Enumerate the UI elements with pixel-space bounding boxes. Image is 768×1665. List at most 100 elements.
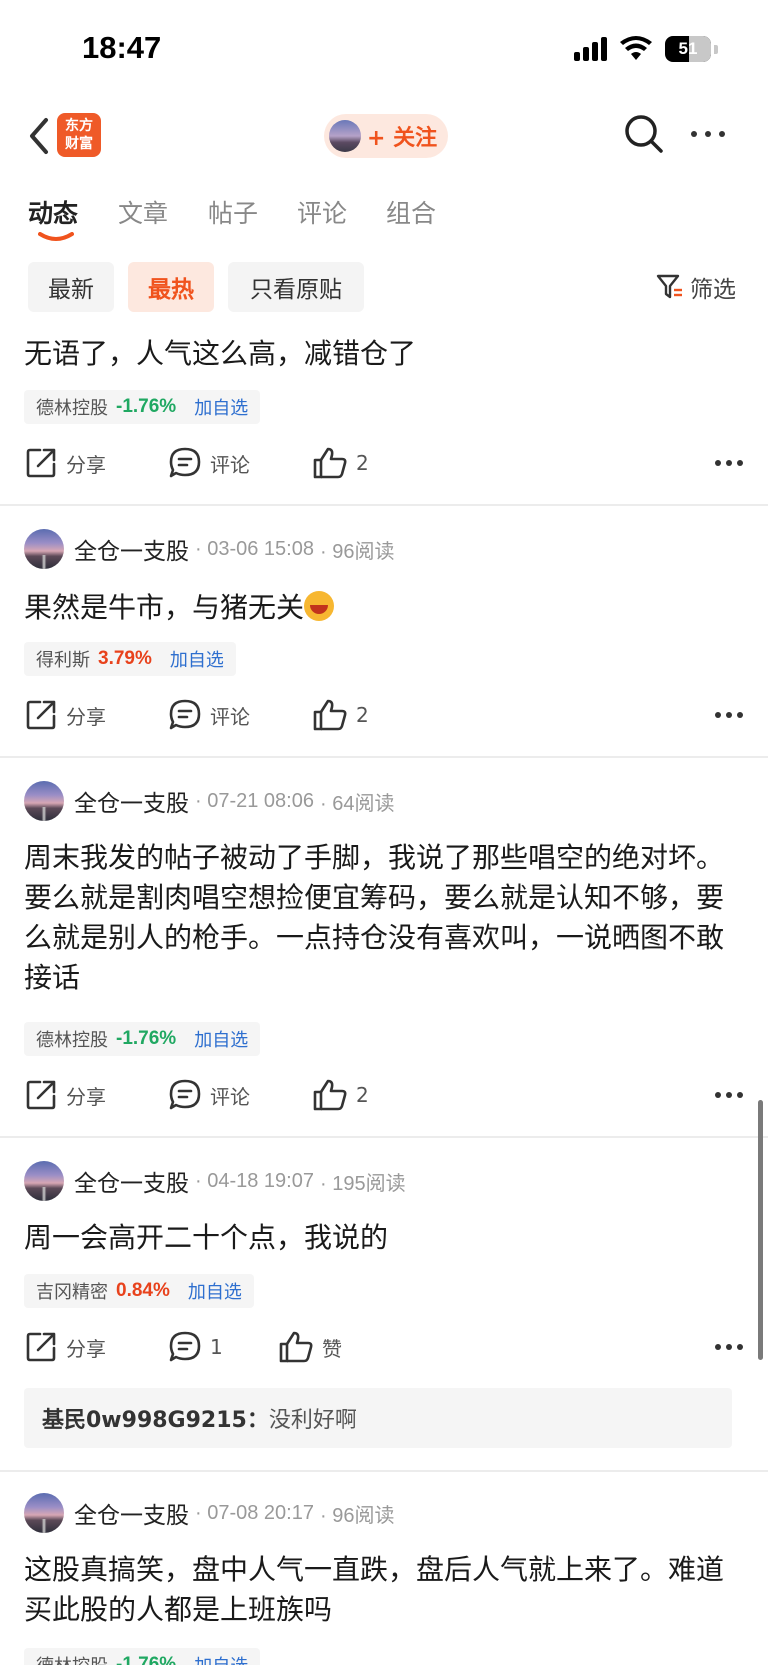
post-text[interactable]: 周一会高开二十个点，我说的 bbox=[24, 1218, 744, 1258]
filter-row: 最新 最热 只看原贴 筛选 bbox=[0, 262, 768, 314]
scrollbar[interactable] bbox=[758, 1100, 763, 1360]
follow-button[interactable]: + 关注 bbox=[324, 114, 448, 158]
more-options-icon[interactable] bbox=[688, 124, 728, 144]
share-label: 分享 bbox=[66, 452, 106, 477]
avatar[interactable] bbox=[24, 529, 64, 569]
tab-dynamics[interactable]: 动态 bbox=[28, 194, 78, 230]
avatar[interactable] bbox=[24, 781, 64, 821]
filter-original-only[interactable]: 只看原贴 bbox=[228, 262, 364, 312]
tab-posts[interactable]: 帖子 bbox=[208, 194, 258, 230]
post-text[interactable]: 这股真搞笑，盘中人气一直跌，盘后人气就上来了。难道买此股的人都是上班族吗 bbox=[24, 1550, 744, 1630]
filter-label: 筛选 bbox=[690, 277, 736, 303]
stock-tag[interactable]: 德林控股 -1.76% 加自选 bbox=[24, 390, 261, 424]
thumbs-up-icon bbox=[313, 447, 347, 479]
avatar[interactable] bbox=[24, 1493, 64, 1533]
author-name[interactable]: 全仓一支股 bbox=[74, 1164, 189, 1198]
follow-label: + 关注 bbox=[367, 126, 438, 151]
read-count: · 96阅读 bbox=[319, 540, 395, 563]
share-button[interactable]: 分享 bbox=[24, 1078, 106, 1112]
add-watchlist-link[interactable]: 加自选 bbox=[170, 646, 224, 672]
search-icon[interactable] bbox=[624, 114, 664, 154]
filter-button[interactable]: 筛选 bbox=[656, 270, 736, 304]
reply-username[interactable]: 基民0w998G9215： bbox=[42, 1402, 269, 1434]
share-label: 分享 bbox=[66, 1336, 106, 1361]
tab-articles[interactable]: 文章 bbox=[118, 194, 168, 230]
post-more-icon[interactable] bbox=[714, 1342, 744, 1352]
comment-count: 评论 bbox=[210, 452, 250, 477]
stock-name: 得利斯 bbox=[36, 650, 90, 671]
author-row[interactable]: 全仓一支股 · 07-21 08:06 · 64阅读 bbox=[24, 780, 394, 822]
comment-icon bbox=[169, 1331, 201, 1362]
filter-hottest[interactable]: 最热 bbox=[128, 262, 214, 312]
post-text-content: 果然是牛市，与猪无关 bbox=[24, 591, 305, 624]
stock-change: -1.76% bbox=[116, 1028, 177, 1049]
like-button[interactable]: 2 bbox=[312, 446, 369, 480]
stock-name: 德林控股 bbox=[36, 398, 108, 419]
tab-portfolio[interactable]: 组合 bbox=[386, 194, 436, 230]
stock-name: 德林控股 bbox=[36, 1652, 108, 1665]
author-row[interactable]: 全仓一支股 · 07-08 20:17 · 96阅读 bbox=[24, 1492, 394, 1534]
add-watchlist-link[interactable]: 加自选 bbox=[194, 1026, 248, 1052]
comment-icon bbox=[169, 447, 201, 478]
comment-button[interactable]: 评论 bbox=[168, 446, 250, 480]
post-more-icon[interactable] bbox=[714, 1090, 744, 1100]
post-actions: 分享 1 赞 bbox=[24, 1330, 744, 1370]
post-more-icon[interactable] bbox=[714, 458, 744, 468]
comment-button[interactable]: 评论 bbox=[168, 698, 250, 732]
follow-avatar bbox=[329, 120, 361, 152]
back-arrow-icon[interactable] bbox=[22, 114, 58, 158]
add-watchlist-link[interactable]: 加自选 bbox=[194, 394, 248, 420]
filter-latest[interactable]: 最新 bbox=[28, 262, 114, 312]
comment-count: 1 bbox=[210, 1335, 223, 1359]
laughing-emoji-icon bbox=[304, 591, 335, 621]
share-icon bbox=[26, 1080, 56, 1110]
share-button[interactable]: 分享 bbox=[24, 1330, 106, 1364]
post-divider bbox=[0, 1136, 768, 1138]
eastmoney-logo: 东方 财富 bbox=[57, 113, 101, 157]
like-count: 赞 bbox=[322, 1336, 342, 1361]
thumbs-up-icon bbox=[313, 1079, 347, 1111]
stock-tag[interactable]: 得利斯 3.79% 加自选 bbox=[24, 642, 236, 676]
author-name[interactable]: 全仓一支股 bbox=[74, 532, 189, 566]
share-icon bbox=[26, 1332, 56, 1362]
post-actions: 分享 评论 2 bbox=[24, 698, 744, 738]
stock-tag[interactable]: 德林控股 -1.76% 加自选 bbox=[24, 1648, 261, 1665]
share-icon bbox=[26, 700, 56, 730]
post-date: · 03-06 15:08 bbox=[195, 537, 314, 560]
like-button[interactable]: 2 bbox=[312, 1078, 369, 1112]
author-name[interactable]: 全仓一支股 bbox=[74, 784, 189, 818]
stock-tag[interactable]: 吉冈精密 0.84% 加自选 bbox=[24, 1274, 254, 1308]
like-count: 2 bbox=[356, 703, 369, 727]
post-divider bbox=[0, 756, 768, 758]
author-row[interactable]: 全仓一支股 · 03-06 15:08 · 96阅读 bbox=[24, 528, 394, 570]
comment-count: 评论 bbox=[210, 1084, 250, 1109]
comment-button[interactable]: 1 bbox=[168, 1330, 223, 1364]
author-name[interactable]: 全仓一支股 bbox=[74, 1496, 189, 1530]
author-row[interactable]: 全仓一支股 · 04-18 19:07 · 195阅读 bbox=[24, 1160, 406, 1202]
avatar[interactable] bbox=[24, 1161, 64, 1201]
comment-button[interactable]: 评论 bbox=[168, 1078, 250, 1112]
stock-change: 3.79% bbox=[98, 648, 152, 669]
share-button[interactable]: 分享 bbox=[24, 446, 106, 480]
add-watchlist-link[interactable]: 加自选 bbox=[194, 1652, 248, 1665]
logo-text-line1: 东方 bbox=[65, 118, 93, 134]
stock-change: -1.76% bbox=[116, 396, 177, 417]
stock-name: 德林控股 bbox=[36, 1030, 108, 1051]
post-text[interactable]: 果然是牛市，与猪无关 bbox=[24, 588, 744, 628]
stock-tag[interactable]: 德林控股 -1.76% 加自选 bbox=[24, 1022, 261, 1056]
post-text[interactable]: 无语了，人气这么高，减错仓了 bbox=[24, 334, 744, 374]
stock-change: 0.84% bbox=[116, 1280, 170, 1301]
like-button[interactable]: 赞 bbox=[278, 1330, 342, 1364]
add-watchlist-link[interactable]: 加自选 bbox=[188, 1278, 242, 1304]
share-button[interactable]: 分享 bbox=[24, 698, 106, 732]
tab-comments[interactable]: 评论 bbox=[297, 194, 347, 230]
like-count: 2 bbox=[356, 1083, 369, 1107]
reply-preview[interactable]: 基民0w998G9215： 没利好啊 bbox=[24, 1388, 732, 1448]
filter-funnel-icon bbox=[656, 274, 682, 299]
post-more-icon[interactable] bbox=[714, 710, 744, 720]
post-text[interactable]: 周末我发的帖子被动了手脚，我说了那些唱空的绝对坏。要么就是割肉唱空想捡便宜筹码，… bbox=[24, 838, 744, 998]
like-button[interactable]: 2 bbox=[312, 698, 369, 732]
wifi-icon bbox=[620, 36, 652, 60]
battery-icon: 51 bbox=[665, 36, 711, 62]
reply-text: 没利好啊 bbox=[268, 1408, 357, 1433]
